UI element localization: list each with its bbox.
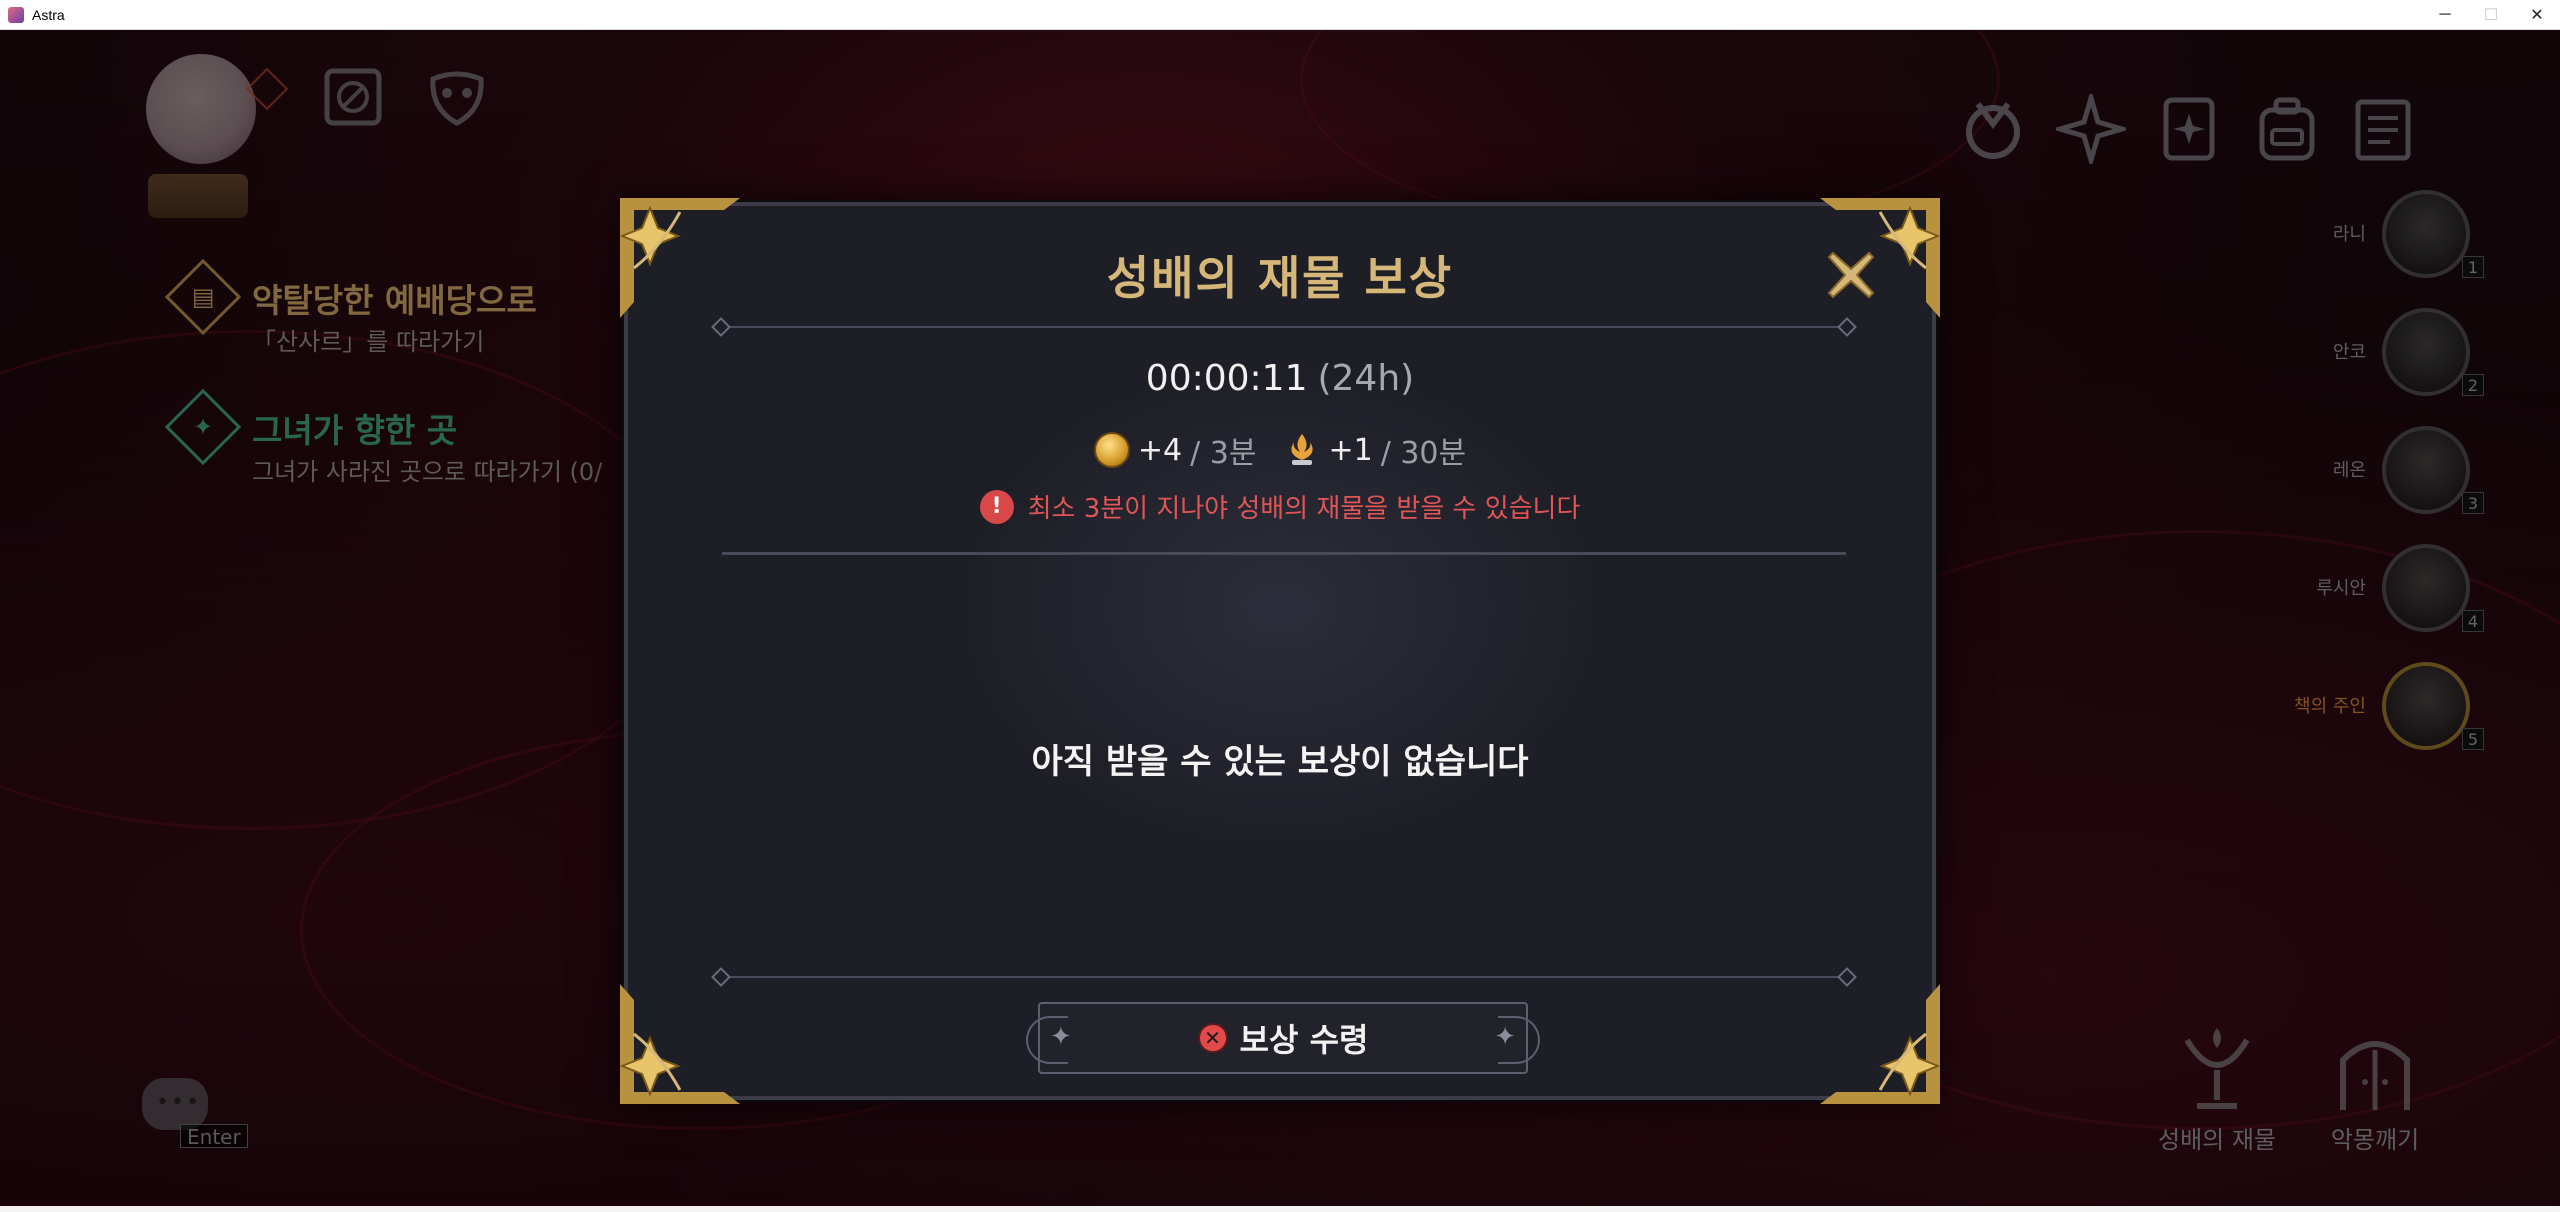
divider-ornament [711, 317, 731, 337]
section-divider [722, 552, 1846, 555]
chalice-rate: +1 / 30분 [1284, 428, 1466, 472]
rate-amount: +4 [1137, 432, 1183, 468]
reward-rates: +4 / 3분 +1 / 30분 [628, 428, 1932, 472]
window-titlebar: Astra ─ ☐ ✕ [0, 0, 2560, 30]
empty-rewards-message: 아직 받을 수 있는 보상이 없습니다 [1031, 742, 1529, 782]
rate-period: / 3분 [1190, 436, 1257, 471]
chalice-flame-icon [1284, 432, 1320, 468]
gold-coin-icon [1093, 432, 1130, 468]
rate-period: / 30분 [1380, 436, 1467, 471]
window-bottom-border [0, 1206, 2560, 1212]
rate-amount: +1 [1328, 432, 1373, 468]
warning-icon: ! [979, 489, 1014, 524]
ornate-corner [1820, 984, 1941, 1104]
warning-message: ! 최소 3분이 지나야 성배의 재물을 받을 수 있습니다 [628, 488, 1932, 525]
timer-value: 00:00:11 [1145, 358, 1308, 399]
window-controls: ─ ☐ ✕ [2422, 0, 2560, 30]
minimize-button[interactable]: ─ [2422, 0, 2468, 30]
timer-suffix: (24h) [1317, 358, 1415, 399]
window-title: Astra [32, 6, 65, 23]
maximize-button[interactable]: ☐ [2468, 0, 2514, 30]
modal-title: 성배의 재물 보상 [1106, 251, 1454, 305]
sparkle-icon: ✦ [1050, 1022, 1072, 1052]
cooldown-timer: 00:00:11 (24h) [628, 358, 1932, 399]
app-icon [8, 6, 24, 23]
claim-button-label: 보상 수령 [1239, 1021, 1369, 1059]
close-window-button[interactable]: ✕ [2514, 0, 2560, 30]
warning-text: 최소 3분이 지나야 성배의 재물을 받을 수 있습니다 [1027, 494, 1581, 524]
divider-ornament [1837, 317, 1857, 337]
game-viewport: ▤ 약탈당한 예배당으로 「산사르」를 따라가기 ✦ 그녀가 향한 곳 그녀가 … [0, 30, 2560, 1212]
gold-rate: +4 / 3분 [1093, 428, 1257, 472]
sparkle-icon: ✦ [1494, 1022, 1516, 1052]
top-divider [711, 317, 1857, 337]
close-icon[interactable] [1822, 246, 1880, 304]
claim-reward-button[interactable]: ✦ ✕ 보상 수령 ✦ [1026, 1002, 1540, 1074]
ornate-corner [619, 984, 740, 1104]
reward-modal: 성배의 재물 보상 00:00:11 (24h) +4 / 3분 +1 / 30분 [619, 198, 1941, 1104]
bottom-divider [711, 967, 1857, 987]
key-hint-icon: ✕ [1197, 1023, 1228, 1053]
